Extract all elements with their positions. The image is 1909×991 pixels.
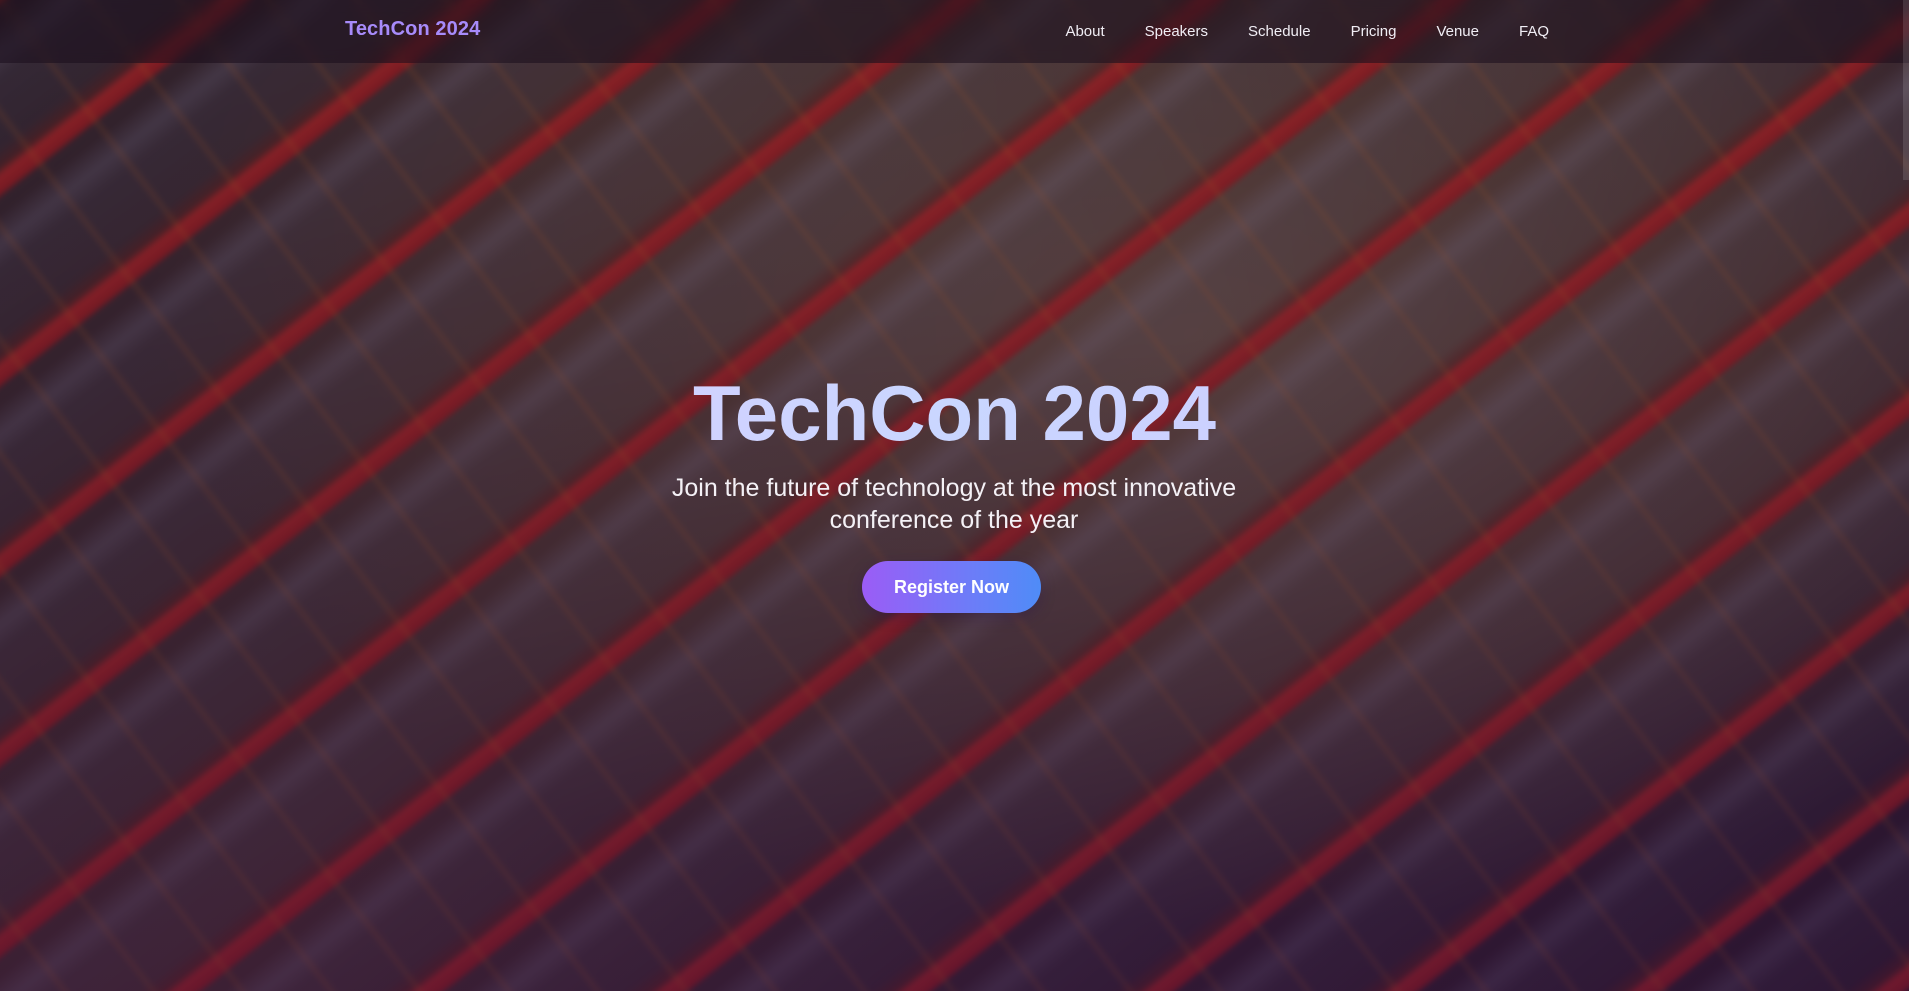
nav-item-faq: FAQ (1519, 23, 1549, 41)
nav-item-speakers: Speakers (1145, 23, 1208, 41)
nav-link-pricing[interactable]: Pricing (1351, 23, 1397, 40)
nav-link-speakers[interactable]: Speakers (1145, 23, 1208, 40)
register-now-button[interactable]: Register Now (862, 561, 1041, 613)
brand-logo-link[interactable]: TechCon 2024 (345, 18, 480, 41)
scrollbar[interactable] (1903, 0, 1909, 180)
nav-links: About Speakers Schedule Pricing Venue FA… (1025, 0, 1549, 63)
hero-title: TechCon 2024 (0, 368, 1909, 458)
nav-link-venue[interactable]: Venue (1436, 23, 1479, 40)
hero-subtitle: Join the future of technology at the mos… (671, 474, 1237, 534)
hero-section: TechCon 2024 Join the future of technolo… (0, 0, 1909, 991)
nav-item-pricing: Pricing (1351, 23, 1397, 41)
nav-item-about: About (1065, 23, 1104, 41)
navbar: TechCon 2024 About Speakers Schedule Pri… (0, 0, 1909, 63)
nav-link-faq[interactable]: FAQ (1519, 23, 1549, 40)
landing-page: TechCon 2024 About Speakers Schedule Pri… (0, 0, 1909, 991)
nav-link-about[interactable]: About (1065, 23, 1104, 40)
nav-link-schedule[interactable]: Schedule (1248, 23, 1311, 40)
nav-item-venue: Venue (1436, 23, 1479, 41)
nav-item-schedule: Schedule (1248, 23, 1311, 41)
